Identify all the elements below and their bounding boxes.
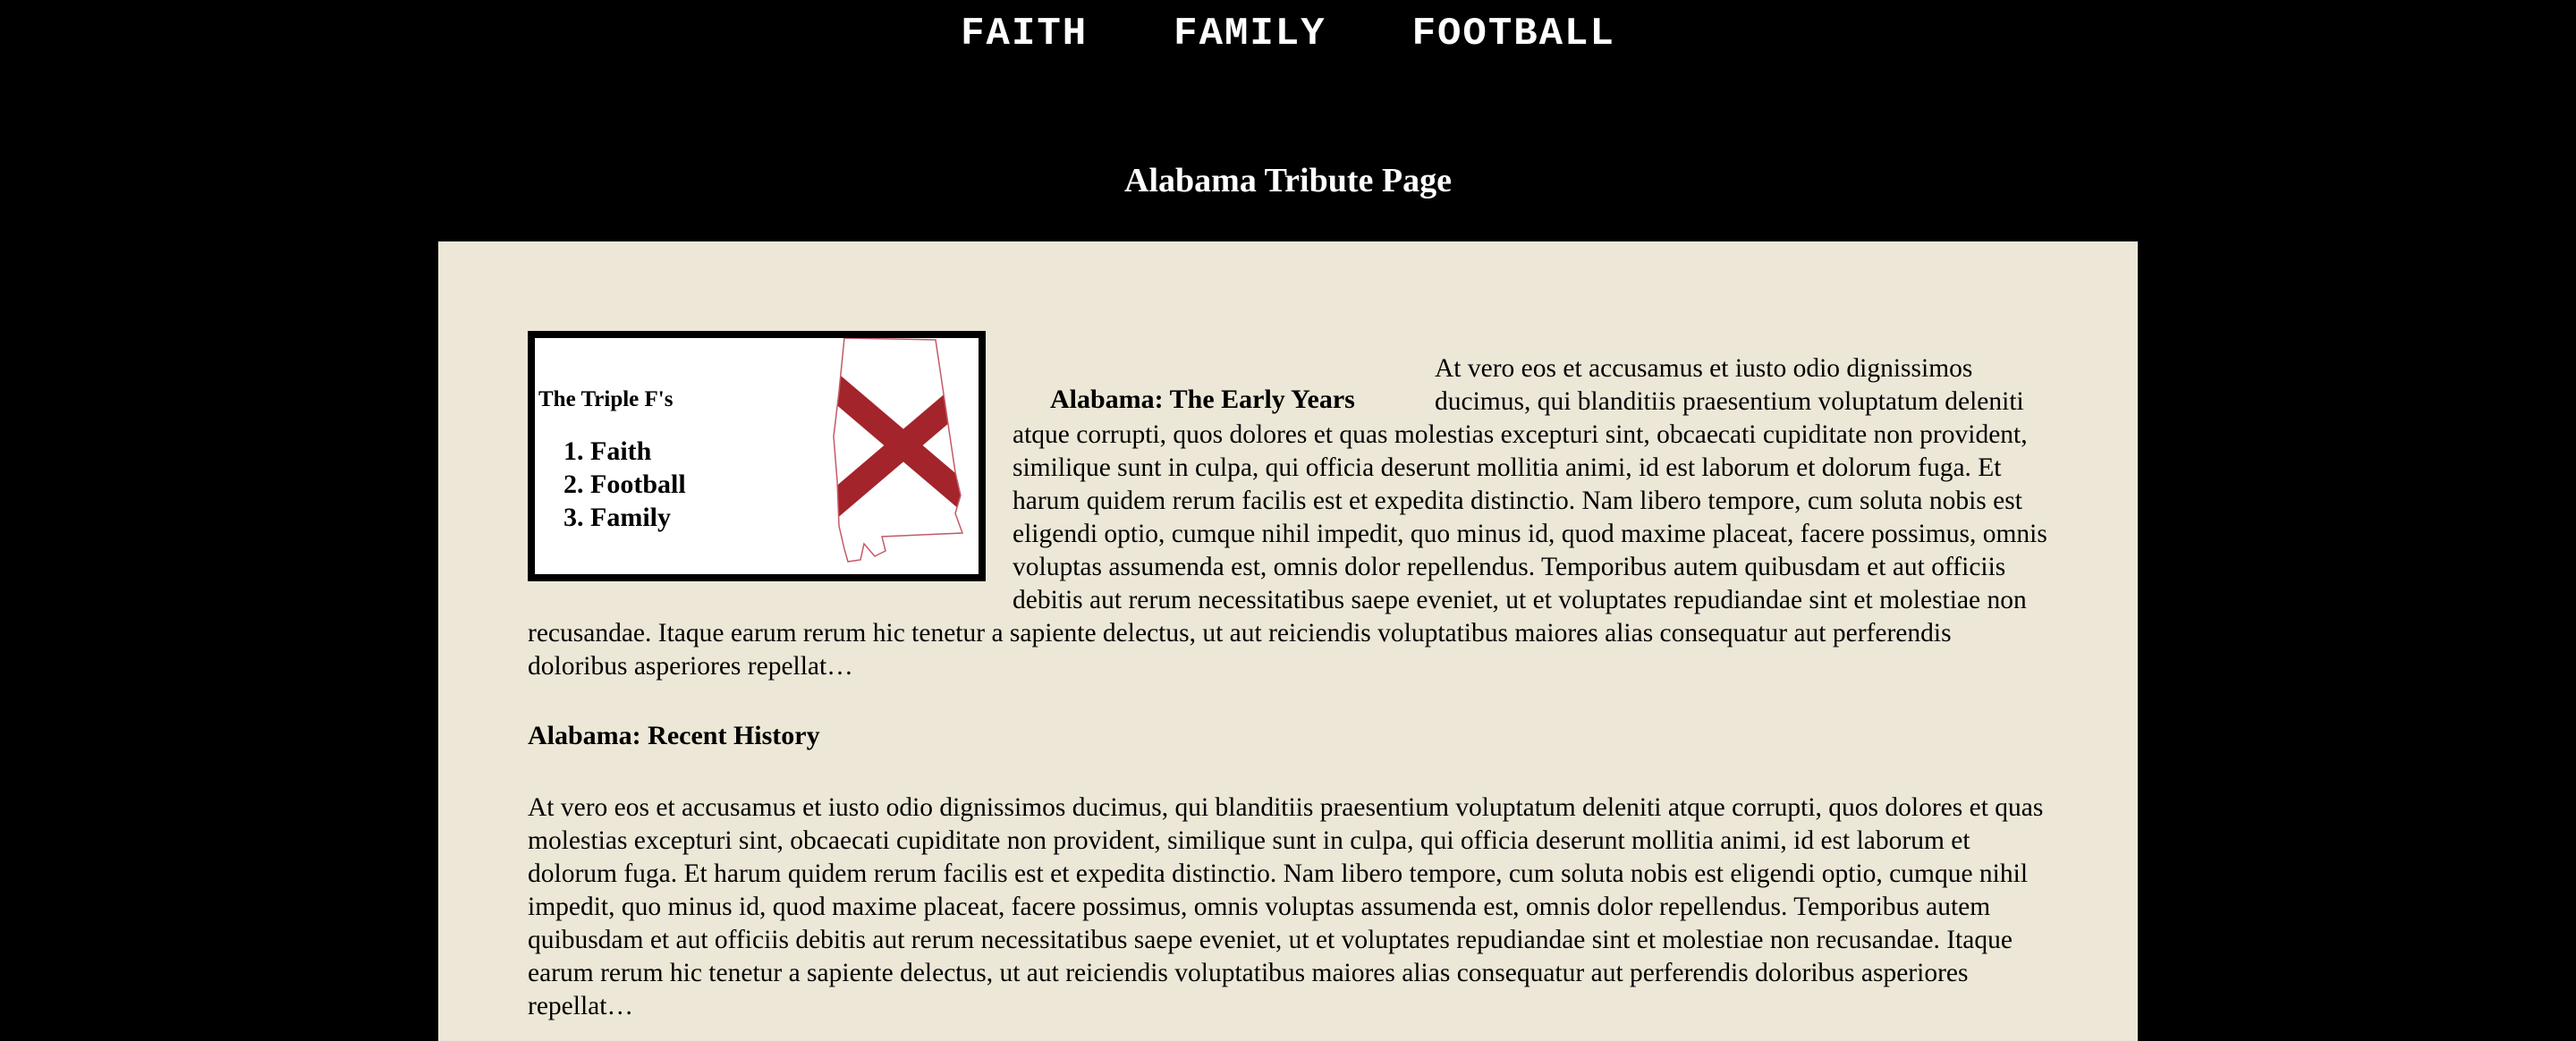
triple-f-figure: The Triple F's Faith Football Family (528, 331, 986, 581)
triple-f-list: Faith Football Family (562, 435, 686, 534)
alabama-state-flag-map-icon (833, 338, 964, 563)
nav-link-family[interactable]: FAMILY (1174, 12, 1326, 56)
nav-link-faith[interactable]: FAITH (961, 12, 1088, 56)
list-item: Faith (590, 435, 686, 468)
list-item: Football (590, 468, 686, 501)
recent-history-heading: Alabama: Recent History (528, 721, 820, 750)
list-item: Family (590, 501, 686, 534)
nav-link-football[interactable]: FOOTBALL (1412, 12, 1615, 56)
top-navigation-bar: FAITH FAMILY FOOTBALL (0, 0, 2576, 125)
figure-title: The Triple F's (538, 387, 674, 411)
article-body: The Triple F's Faith Football Family (528, 331, 2048, 1023)
page-title: Alabama Tribute Page (1124, 162, 1452, 199)
early-years-heading: Alabama: The Early Years (1050, 385, 1355, 414)
main-nav: FAITH FAMILY FOOTBALL (961, 12, 1615, 56)
recent-history-paragraph: At vero eos et accusamus et iusto odio d… (528, 793, 2044, 1020)
main-content: The Triple F's Faith Football Family (438, 241, 2138, 1041)
